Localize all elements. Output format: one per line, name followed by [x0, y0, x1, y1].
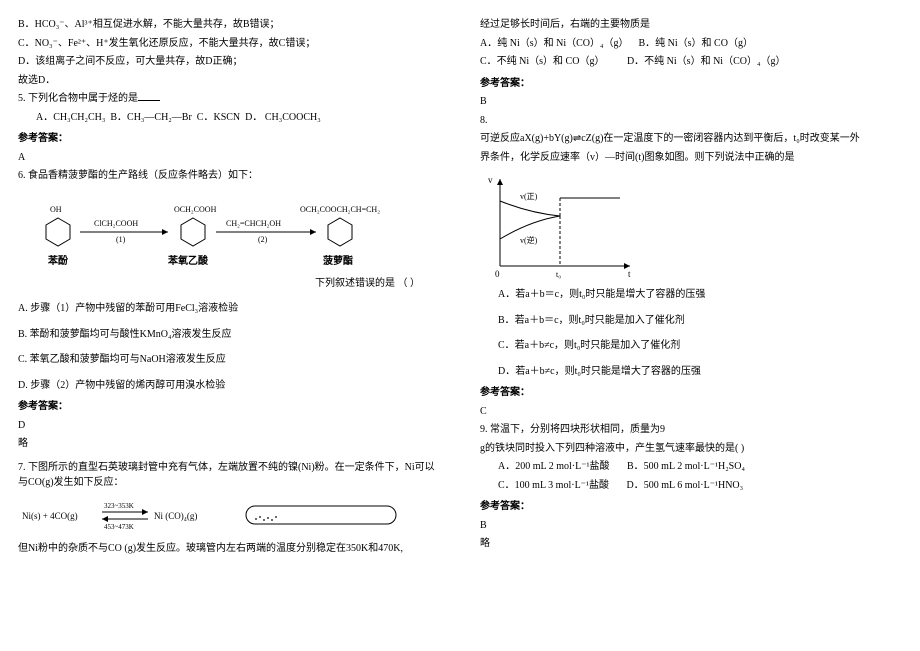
axis-t: t: [628, 269, 631, 279]
label-vfwd: v(正): [520, 192, 538, 201]
q7-opt-c: C．不纯 Ni（s）和 CO（g）: [480, 56, 604, 67]
q5-answer: A: [18, 150, 440, 166]
q8-answer: C: [480, 404, 902, 420]
q6-tail: 下列叙述错误的是 （ ）: [18, 276, 440, 292]
right-column: 经过足够长时间后，右端的主要物质是 A．纯 Ni（s）和 Ni（CO）₄（g） …: [480, 14, 902, 559]
q6-opt-a: A. 步骤（1）产物中残留的苯酚可用FeCl₃溶液检验: [18, 301, 440, 317]
answer-header: 参考答案：: [18, 399, 440, 415]
blank-underline: [138, 91, 160, 101]
arrow1-bot: (1): [116, 235, 126, 244]
arrow1-top: ClCH₂COOH: [94, 219, 138, 228]
eq-left: Ni(s) + 4CO(g): [22, 511, 78, 521]
label-t0: t₀: [556, 270, 561, 279]
label-product: OCH₂COOCH₂CH=CH₂: [300, 205, 380, 214]
q7-opt-a: A．纯 Ni（s）和 Ni（CO）₄（g）: [480, 38, 629, 49]
q7-continue: 经过足够长时间后，右端的主要物质是: [480, 17, 902, 33]
q9-opts-row2: C．100 mL 3 mol·L⁻¹盐酸 D．500 mL 6 mol·L⁻¹H…: [480, 478, 902, 494]
q9-l2: g的铁块同时投入下列四种溶液中，产生氢气速率最快的是( ): [480, 441, 902, 457]
eq-bot: 453~473K: [104, 523, 134, 531]
q9-answer: B: [480, 518, 902, 534]
name-ester: 菠萝酯: [323, 254, 353, 267]
q7-opts-row2: C．不纯 Ni（s）和 CO（g） D．不纯 Ni（s）和 Ni（CO）₄（g）: [480, 54, 902, 70]
answer-header: 参考答案：: [480, 499, 902, 515]
q7-equation-diagram: Ni(s) + 4CO(g) 323~353K 453~473K Ni (CO)…: [18, 497, 418, 535]
arrow2-bot: (2): [258, 235, 268, 244]
left-column: B．HCO₃⁻、Al³⁺相互促进水解，不能大量共存，故B错误； C．NO₃⁻、F…: [18, 14, 440, 559]
q5-stem: 5. 下列化合物中属于烃的是: [18, 91, 440, 107]
q6-lue: 略: [18, 436, 440, 452]
label-oh: OH: [50, 205, 62, 214]
q7-opts-row1: A．纯 Ni（s）和 Ni（CO）₄（g） B．纯 Ni（s）和 CO（g）: [480, 36, 902, 52]
q4-end: 故选D．: [18, 73, 440, 89]
answer-header: 参考答案：: [18, 131, 440, 147]
q7-opt-d: D．不纯 Ni（s）和 Ni（CO）₄（g）: [627, 56, 786, 67]
q9-opt-d: D．500 mL 6 mol·L⁻¹HNO₃: [626, 480, 743, 491]
q7-stem: 7. 下图所示的直型石英玻璃封管中充有气体，左端放置不纯的镍(Ni)粉。在一定条…: [18, 460, 440, 491]
q6-opt-b: B. 苯酚和菠萝酯均可与酸性KMnO₄溶液发生反应: [18, 327, 440, 343]
q7-answer: B: [480, 94, 902, 110]
q6-opt-d: D. 步骤（2）产物中残留的烯丙醇可用溴水检验: [18, 378, 440, 394]
q9-opts-row1: A．200 mL 2 mol·L⁻¹盐酸 B．500 mL 2 mol·L⁻¹H…: [480, 459, 902, 475]
q9-lue: 略: [480, 536, 902, 552]
q5-opt-c: C．KSCN: [197, 112, 240, 123]
axis-v: v: [488, 175, 493, 185]
eq-top: 323~353K: [104, 502, 134, 510]
q9-opt-c: C．100 mL 3 mol·L⁻¹盐酸: [498, 480, 609, 491]
q5-opt-b: B．CH₃—CH₂—Br: [110, 112, 191, 123]
q8-opt-a: A．若a＋b＝c，则t₀时只能是增大了容器的压强: [480, 287, 902, 303]
q8-opt-d: D．若a＋b≠c，则t₀时只能是增大了容器的压强: [480, 364, 902, 380]
q4-opt-d: D．该组离子之间不反应，可大量共存，故D正确；: [18, 54, 440, 70]
answer-header: 参考答案：: [480, 385, 902, 401]
eq-right: Ni (CO)₄(g): [154, 511, 197, 521]
q7-opt-b: B．纯 Ni（s）和 CO（g）: [639, 38, 753, 49]
q8-opt-c: C．若a＋b≠c，则t₀时只能是加入了催化剂: [480, 338, 902, 354]
q8-rate-time-graph: v t 0 t₀ v(正) v(逆): [480, 171, 640, 281]
svg-text:0: 0: [495, 269, 500, 279]
q6-opt-c: C. 苯氧乙酸和菠萝酯均可与NaOH溶液发生反应: [18, 352, 440, 368]
q6-stem: 6. 食品香精菠萝酯的生产路线（反应条件略去）如下：: [18, 168, 440, 184]
q8-opt-b: B．若a＋b＝c，则t₀时只能是加入了催化剂: [480, 313, 902, 329]
q4-opt-c: C．NO₃⁻、Fe²⁺、H⁺发生氧化还原反应，不能大量共存，故C错误；: [18, 36, 440, 52]
q9-opt-b: B．500 mL 2 mol·L⁻¹H₂SO₄: [627, 461, 745, 472]
q4-opt-b: B．HCO₃⁻、Al³⁺相互促进水解，不能大量共存，故B错误；: [18, 17, 440, 33]
name-phenol: 苯酚: [47, 254, 69, 267]
q8-stem2: 界条件，化学反应速率（v）—时间(t)图象如图。则下列说法中正确的是: [480, 150, 902, 166]
q7-end: 但Ni粉中的杂质不与CO (g)发生反应。玻璃管内左右两端的温度分别稳定在350…: [18, 541, 440, 557]
q5-opt-d: D． CH₃COOCH₃: [245, 112, 321, 123]
q6-reaction-diagram: OH OCH₂COOH OCH₂COOCH₂CH=CH₂ ClCH₂COOH (…: [18, 190, 428, 270]
label-vrev: v(逆): [520, 235, 538, 245]
q5-opt-a: A．CH₃CH₂CH₃: [36, 112, 105, 123]
q5-options: A．CH₃CH₂CH₃ B．CH₃—CH₂—Br C．KSCN D． CH₃CO…: [18, 110, 440, 126]
answer-header: 参考答案：: [480, 76, 902, 92]
q8-num: 8.: [480, 113, 902, 129]
q6-answer: D: [18, 418, 440, 434]
q9-l1: 9. 常温下，分别将四块形状相同，质量为9: [480, 422, 902, 438]
name-phenoxyacetic: 苯氧乙酸: [167, 254, 209, 267]
q9-opt-a: A．200 mL 2 mol·L⁻¹盐酸: [498, 461, 610, 472]
arrow2-top: CH₂=CHCH₂OH: [226, 219, 281, 228]
q5-stem-text: 5. 下列化合物中属于烃的是: [18, 93, 138, 104]
label-och2cooh: OCH₂COOH: [174, 205, 217, 214]
q8-stem1: 可逆反应aX(g)+bY(g)⇌cZ(g)在一定温度下的一密闭容器内达到平衡后，…: [480, 131, 902, 147]
